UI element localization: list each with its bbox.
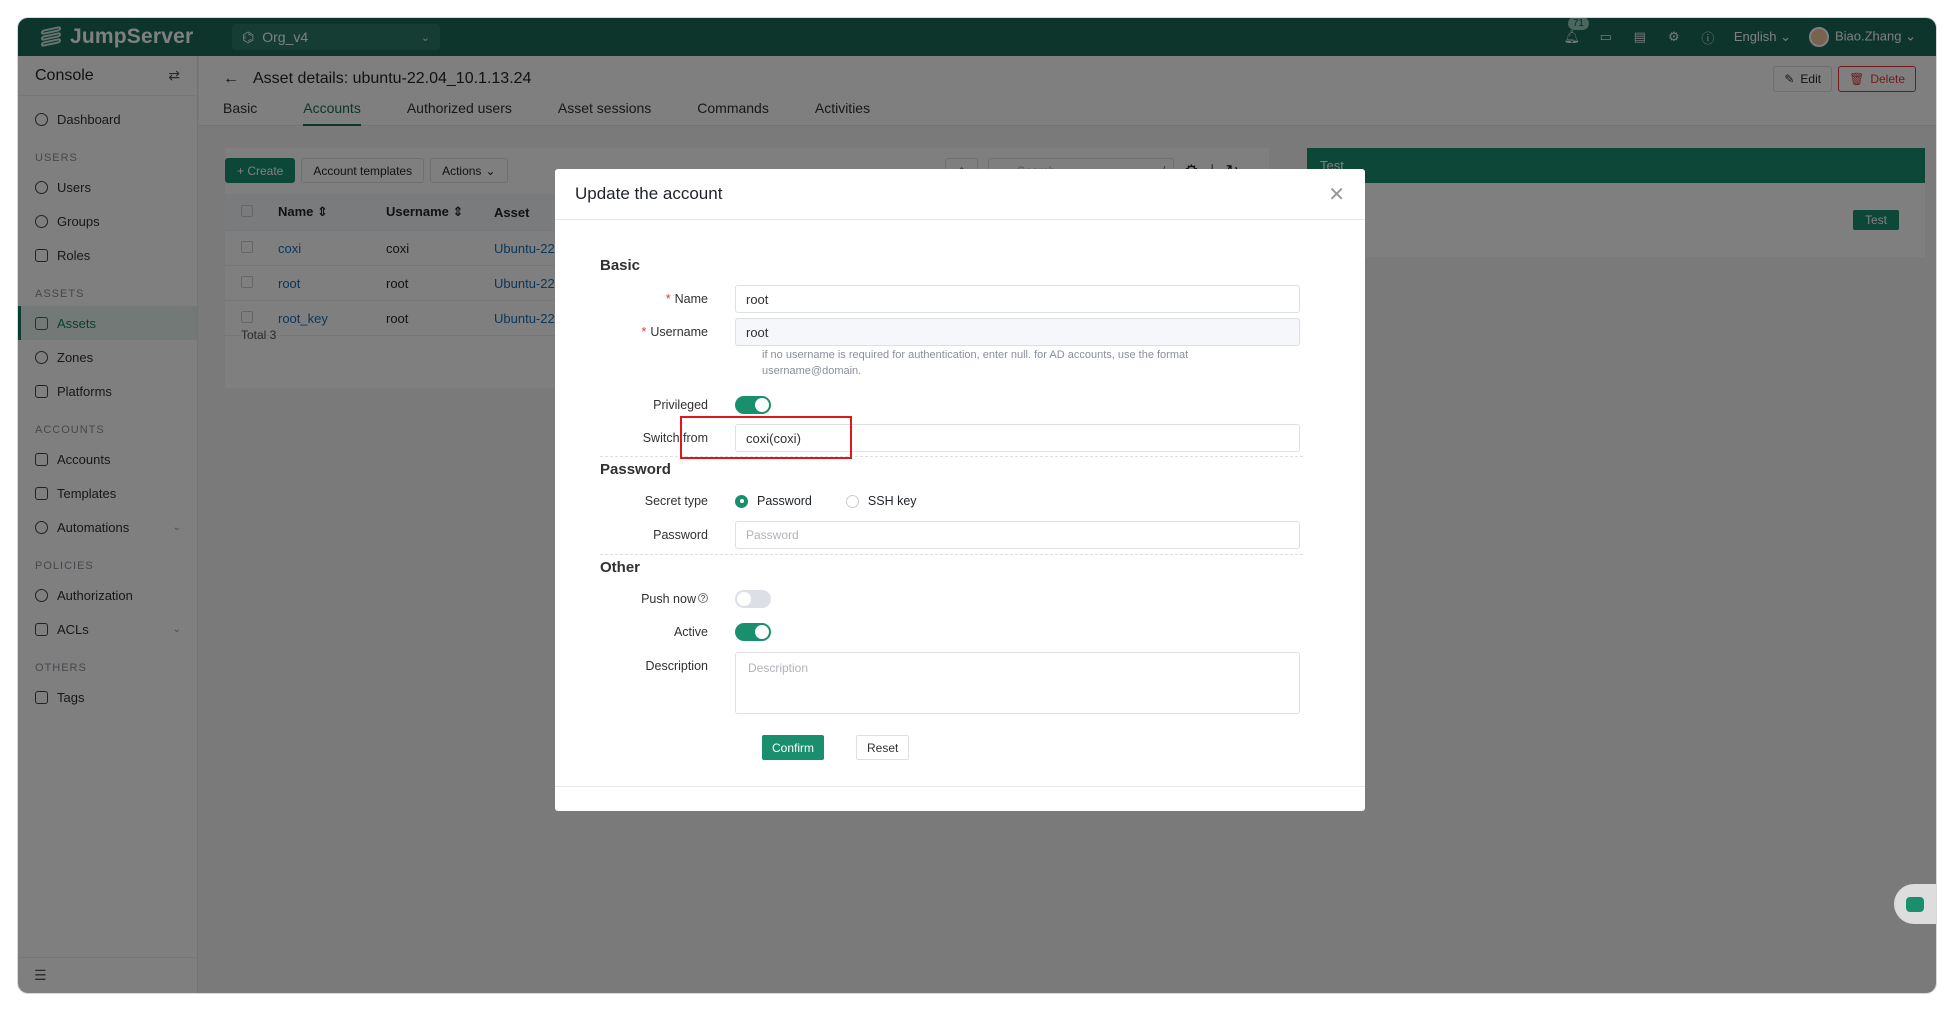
name-input[interactable]: root [735, 285, 1300, 313]
password-label: Password [653, 528, 708, 542]
username-input[interactable]: root [735, 318, 1300, 346]
help-icon[interactable]: ? [698, 593, 708, 603]
name-row: * Name root [600, 285, 1300, 313]
confirm-button[interactable]: Confirm [762, 735, 825, 760]
secret-type-row: Secret type Password SSH key [600, 487, 1300, 515]
privileged-toggle[interactable] [735, 396, 771, 414]
divider [600, 554, 1303, 555]
section-other: Other [600, 559, 641, 576]
description-textarea[interactable]: Description [735, 652, 1300, 714]
secret-type-password-radio[interactable]: Password [735, 494, 812, 508]
active-row: Active [600, 618, 1300, 646]
privileged-row: Privileged [600, 391, 1300, 419]
section-basic: Basic [600, 257, 641, 274]
close-icon[interactable]: ✕ [1328, 182, 1345, 207]
push-now-label: Push now [641, 592, 696, 606]
description-label: Description [645, 659, 708, 673]
push-now-row: Push now? [600, 585, 1300, 613]
password-row: Password Password [600, 521, 1300, 549]
section-password: Password [600, 461, 671, 478]
active-label: Active [673, 625, 708, 639]
dialog-title: Update the account [575, 184, 723, 203]
reset-button[interactable]: Reset [856, 735, 910, 760]
username-row: * Username root [600, 318, 1300, 346]
privileged-label: Privileged [653, 398, 708, 412]
chat-widget[interactable] [1894, 884, 1936, 924]
password-input[interactable]: Password [735, 521, 1300, 549]
username-hint: if no username is required for authentic… [762, 349, 1189, 377]
push-now-toggle[interactable] [735, 590, 771, 608]
username-label: Username [650, 325, 708, 339]
chat-icon [1906, 896, 1924, 912]
description-row: Description Description [600, 652, 1300, 714]
active-toggle[interactable] [735, 623, 771, 641]
annotation-highlight-box [680, 416, 852, 459]
secret-type-ssh-radio[interactable]: SSH key [845, 494, 917, 508]
name-label: Name [674, 292, 708, 306]
update-account-dialog: Update the account ✕ Basic * Name root * U… [555, 169, 1365, 811]
secret-type-label: Secret type [644, 494, 708, 508]
dialog-footer [555, 786, 1365, 787]
